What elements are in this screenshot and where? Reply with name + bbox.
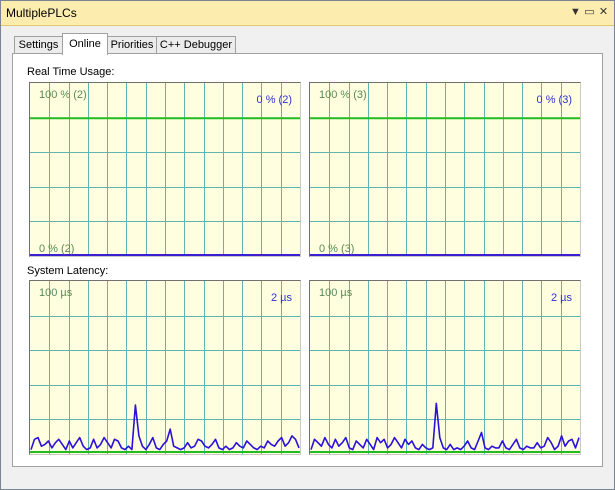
rt-max-label: 100 % (3) <box>319 89 367 101</box>
rt-max-label: 100 % (2) <box>39 89 87 101</box>
system-latency-label: System Latency: <box>27 265 109 277</box>
tab-cpp-debugger[interactable]: C++ Debugger <box>156 36 236 54</box>
window-title: MultiplePLCs <box>6 6 77 20</box>
real-time-usage-chart-2: 100 % (2) 0 % (2) 0 % (2) <box>29 82 301 257</box>
tab-priorities[interactable]: Priorities <box>107 36 157 54</box>
real-time-usage-chart-3: 100 % (3) 0 % (3) 0 % (3) <box>309 82 581 257</box>
system-latency-chart-2: 100 µs 2 µs <box>309 280 581 455</box>
dropdown-arrow-icon[interactable]: ▼ <box>569 5 582 19</box>
real-time-usage-label: Real Time Usage: <box>27 66 115 78</box>
latency-current-label: 2 µs <box>550 292 572 304</box>
latency-max-label: 100 µs <box>319 287 353 299</box>
latency-current-label: 2 µs <box>270 292 292 304</box>
system-latency-chart-1: 100 µs 2 µs <box>29 280 301 455</box>
rt-min-label: 0 % (2) <box>39 243 75 255</box>
rt-min-label: 0 % (3) <box>319 243 355 255</box>
title-bar[interactable]: MultiplePLCs ▼ ▭ ✕ <box>1 1 614 26</box>
rt-current-label: 0 % (2) <box>256 94 292 106</box>
latency-max-label: 100 µs <box>39 287 73 299</box>
tab-settings[interactable]: Settings <box>14 36 63 54</box>
rt-current-label: 0 % (3) <box>536 94 572 106</box>
maximize-icon[interactable]: ▭ <box>583 5 596 19</box>
online-panel: Real Time Usage: 100 % (2) 0 % (2) 0 % (… <box>12 53 603 467</box>
close-icon[interactable]: ✕ <box>597 5 610 19</box>
multipleplcs-window: MultiplePLCs ▼ ▭ ✕ Settings Online Prior… <box>0 0 615 490</box>
tab-online[interactable]: Online <box>62 33 108 55</box>
